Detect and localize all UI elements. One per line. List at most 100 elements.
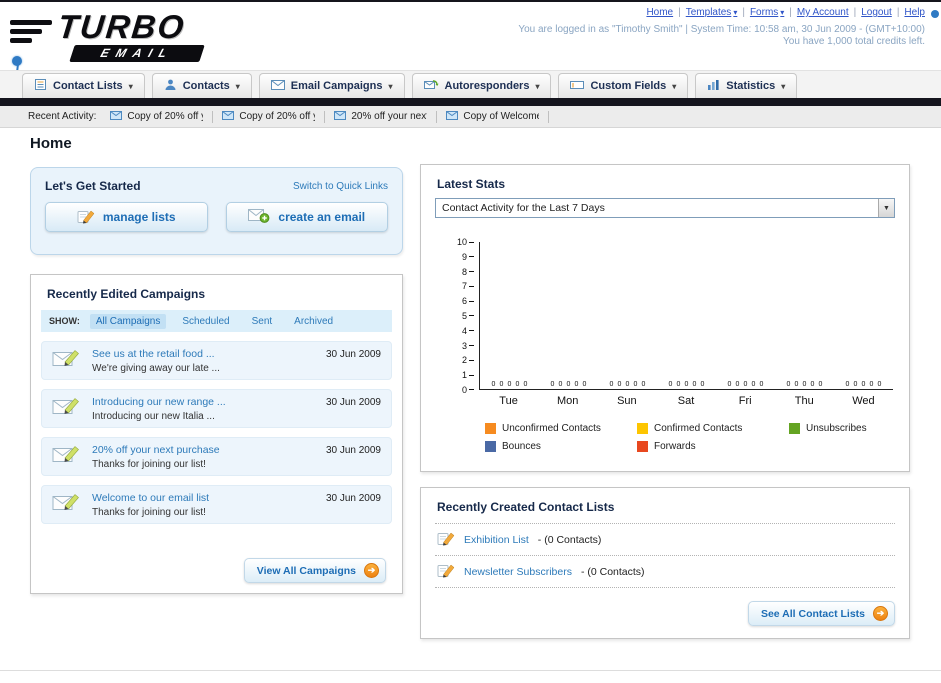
bar-value-label: 0 xyxy=(550,381,555,388)
campaign-title-link[interactable]: See us at the retail food ... xyxy=(92,348,316,360)
y-axis-tick-label: 4 xyxy=(462,326,474,336)
bar-value-label: 0 xyxy=(633,381,638,388)
page: TURBO EMAIL Home | Templates ▾ | Forms ▾ | My Ac… xyxy=(0,0,941,683)
tab-email-campaigns[interactable]: Email Campaigns ▾ xyxy=(258,73,405,98)
campaign-row[interactable]: Introducing our new range ... Introducin… xyxy=(41,389,392,428)
create-email-label: create an email xyxy=(278,210,366,224)
recent-activity-item[interactable]: Copy of 20% off yo xyxy=(110,110,214,123)
tab-label: Autoresponders xyxy=(444,80,530,92)
y-axis-tick-label: 6 xyxy=(462,296,474,306)
tab-contact-lists[interactable]: Contact Lists ▾ xyxy=(22,73,145,98)
bar-value-label: 0 xyxy=(692,381,697,388)
legend-item: Unconfirmed Contacts xyxy=(485,423,637,434)
legend-label: Confirmed Contacts xyxy=(654,423,743,434)
chart-bars: 00000000000000000000000000000000000 xyxy=(480,242,893,389)
legend-label: Unsubscribes xyxy=(806,423,867,434)
contacts-icon xyxy=(164,78,177,94)
contact-list-name-link[interactable]: Exhibition List xyxy=(464,534,529,546)
tab-custom-fields[interactable]: Custom Fields ▾ xyxy=(558,73,689,98)
contact-lists-panel-title: Recently Created Contact Lists xyxy=(437,500,615,514)
chart-x-labels: Tue Mon Sun Sat Fri Thu Wed xyxy=(479,395,893,407)
legend-swatch xyxy=(485,441,496,452)
tab-label: Statistics xyxy=(726,80,776,92)
y-axis-tick-label: 8 xyxy=(462,267,474,277)
manage-lists-button[interactable]: manage lists xyxy=(45,202,208,232)
bar-value-label: 0 xyxy=(574,381,579,388)
recent-activity-item-label: 20% off your next xyxy=(351,111,428,122)
see-all-contact-lists-label: See All Contact Lists xyxy=(760,607,865,620)
envelope-pencil-icon xyxy=(52,347,82,374)
bar-value-label: 0 xyxy=(735,381,740,388)
main-nav: Contact Lists ▾ Contacts ▾ Email Campaig… xyxy=(0,70,941,98)
stats-period-select[interactable]: Contact Activity for the Last 7 Days ▼ xyxy=(435,198,895,218)
show-label: SHOW: xyxy=(49,316,80,326)
campaign-row[interactable]: 20% off your next purchase Thanks for jo… xyxy=(41,437,392,476)
chevron-down-icon: ▾ xyxy=(388,81,393,91)
campaign-row[interactable]: See us at the retail food ... We're givi… xyxy=(41,341,392,380)
filter-all-campaigns[interactable]: All Campaigns xyxy=(89,313,167,329)
create-email-button[interactable]: create an email xyxy=(225,202,388,232)
contact-list-name-link[interactable]: Newsletter Subscribers xyxy=(464,566,572,578)
campaign-title-link[interactable]: 20% off your next purchase xyxy=(92,444,316,456)
separator: | xyxy=(678,7,681,18)
bar-value-label: 0 xyxy=(794,381,799,388)
recent-activity-item[interactable]: Copy of 20% off yo xyxy=(222,110,326,123)
x-axis-label: Tue xyxy=(499,395,518,407)
filter-sent[interactable]: Sent xyxy=(246,314,279,329)
recently-created-contact-lists-panel: Recently Created Contact Lists Exhibitio… xyxy=(420,487,910,639)
bar-value-label: 0 xyxy=(582,381,587,388)
campaign-subtitle: Thanks for joining our list! xyxy=(92,458,206,470)
tab-autoresponders[interactable]: Autoresponders ▾ xyxy=(411,73,552,98)
y-axis-tick-label: 3 xyxy=(462,341,474,351)
contact-list-item[interactable]: Exhibition List - (0 Contacts) xyxy=(435,524,895,556)
campaign-title-link[interactable]: Welcome to our email list xyxy=(92,492,316,504)
header-link-home[interactable]: Home xyxy=(646,7,673,18)
separator: | xyxy=(789,7,792,18)
legend-label: Unconfirmed Contacts xyxy=(502,423,601,434)
view-all-campaigns-label: View All Campaigns xyxy=(256,564,356,577)
chevron-down-icon: ▾ xyxy=(128,81,133,91)
credits-remaining: You have 1,000 total credits left. xyxy=(783,36,925,47)
header-link-logout[interactable]: Logout xyxy=(861,7,892,18)
tab-label: Contacts xyxy=(182,80,230,92)
header-link-help[interactable]: Help xyxy=(904,7,925,18)
header-link-forms[interactable]: Forms ▾ xyxy=(750,7,784,18)
logo-speed-stripes xyxy=(10,20,52,47)
header-link-templates[interactable]: Templates ▾ xyxy=(686,7,738,18)
tab-statistics[interactable]: Statistics ▾ xyxy=(695,73,798,98)
filter-archived[interactable]: Archived xyxy=(288,314,339,329)
contact-list: Exhibition List - (0 Contacts) Newslette… xyxy=(435,523,895,588)
bar-group: 00000 xyxy=(775,242,834,389)
tab-contacts[interactable]: Contacts ▾ xyxy=(151,73,252,98)
campaign-title-link[interactable]: Introducing our new range ... xyxy=(92,396,316,408)
envelope-pencil-icon xyxy=(52,395,82,422)
recent-activity-item[interactable]: Copy of Welcome to xyxy=(446,110,550,123)
recent-activity-item-label: Copy of 20% off yo xyxy=(239,111,316,122)
recent-activity-item[interactable]: 20% off your next xyxy=(334,110,438,123)
legend-swatch xyxy=(789,423,800,434)
filter-scheduled[interactable]: Scheduled xyxy=(176,314,235,329)
pencil-icon xyxy=(77,208,95,227)
separator: | xyxy=(742,7,745,18)
input-field-icon xyxy=(570,80,585,93)
bar-chart-icon xyxy=(707,79,720,94)
view-all-campaigns-button[interactable]: View All Campaigns ➔ xyxy=(243,558,386,583)
separator: | xyxy=(896,7,900,18)
x-axis-label: Sat xyxy=(677,395,695,407)
header-links: Home | Templates ▾ | Forms ▾ | My Account | Logout… xyxy=(646,7,925,18)
campaign-filter-bar: SHOW: All Campaigns Scheduled Sent Archi… xyxy=(41,310,392,332)
contact-list-item[interactable]: Newsletter Subscribers - (0 Contacts) xyxy=(435,556,895,588)
stats-panel-title: Latest Stats xyxy=(437,177,506,191)
y-axis-tick-label: 7 xyxy=(462,281,474,291)
campaign-row[interactable]: Welcome to our email list Thanks for joi… xyxy=(41,485,392,524)
chevron-down-icon: ▾ xyxy=(235,81,240,91)
bar-group: 00000 xyxy=(539,242,598,389)
tab-label: Email Campaigns xyxy=(290,80,383,92)
x-axis-label: Sun xyxy=(617,395,637,407)
campaign-subtitle: Thanks for joining our list! xyxy=(92,506,206,518)
bar-value-label: 0 xyxy=(861,381,866,388)
see-all-contact-lists-button[interactable]: See All Contact Lists ➔ xyxy=(747,601,895,626)
header-link-my-account[interactable]: My Account xyxy=(797,7,849,18)
campaign-list: See us at the retail food ... We're givi… xyxy=(31,332,402,524)
switch-quick-links-link[interactable]: Switch to Quick Links xyxy=(293,181,388,192)
